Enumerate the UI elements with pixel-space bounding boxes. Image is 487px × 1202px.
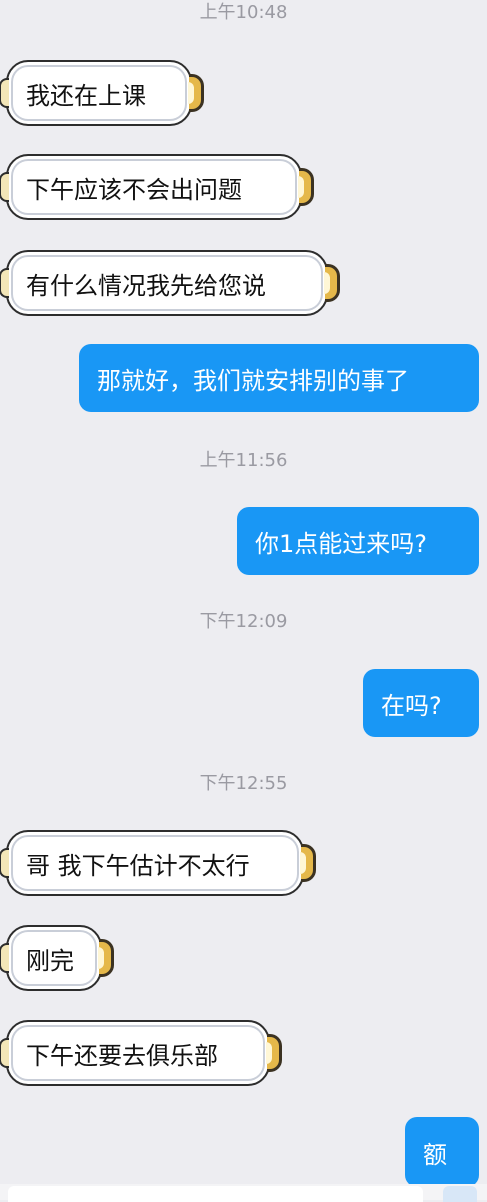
incoming-message-bubble[interactable]: 有什么情况我先给您说 — [0, 250, 340, 316]
bubble-decoration — [266, 1034, 282, 1072]
incoming-message-bubble[interactable]: 下午还要去俱乐部 — [0, 1020, 282, 1086]
message-text: 下午应该不会出问题 — [26, 175, 242, 204]
outgoing-message-bubble[interactable]: 在吗? — [363, 669, 479, 737]
outgoing-message-bubble[interactable]: 额 — [405, 1117, 479, 1187]
message-text: 哥 我下午估计不太行 — [26, 851, 250, 880]
incoming-message-bubble[interactable]: 我还在上课 — [0, 60, 204, 126]
timestamp: 下午12:55 — [199, 773, 288, 794]
bubble-decoration — [324, 264, 340, 302]
bubble-decoration — [0, 848, 9, 878]
bubble-decoration — [0, 78, 9, 108]
message-text: 在吗? — [381, 691, 442, 720]
timestamp: 上午11:56 — [199, 450, 288, 471]
message-text: 我还在上课 — [26, 81, 146, 110]
outgoing-message-bubble[interactable]: 你1点能过来吗? — [237, 507, 479, 575]
bubble-decoration — [300, 844, 316, 882]
incoming-message-bubble[interactable]: 下午应该不会出问题 — [0, 154, 314, 220]
input-bar — [0, 1184, 487, 1202]
message-text: 你1点能过来吗? — [255, 529, 428, 558]
timestamp: 上午10:48 — [199, 2, 288, 23]
bubble-decoration — [0, 172, 9, 202]
bubble-decoration — [0, 1038, 9, 1068]
message-text: 额 — [423, 1140, 447, 1169]
bubble-decoration — [98, 939, 114, 977]
timestamp: 下午12:09 — [199, 611, 288, 632]
bubble-decoration — [0, 268, 9, 298]
bubble-decoration — [298, 168, 314, 206]
message-text: 下午还要去俱乐部 — [26, 1041, 218, 1070]
incoming-message-bubble[interactable]: 哥 我下午估计不太行 — [0, 830, 316, 896]
bubble-decoration — [188, 74, 204, 112]
incoming-message-bubble[interactable]: 刚完 — [0, 925, 114, 991]
message-text: 有什么情况我先给您说 — [26, 271, 266, 300]
message-text: 那就好，我们就安排别的事了 — [97, 366, 409, 395]
message-text: 刚完 — [26, 946, 74, 975]
outgoing-message-bubble[interactable]: 那就好，我们就安排别的事了 — [79, 344, 479, 412]
bubble-decoration — [0, 943, 9, 973]
